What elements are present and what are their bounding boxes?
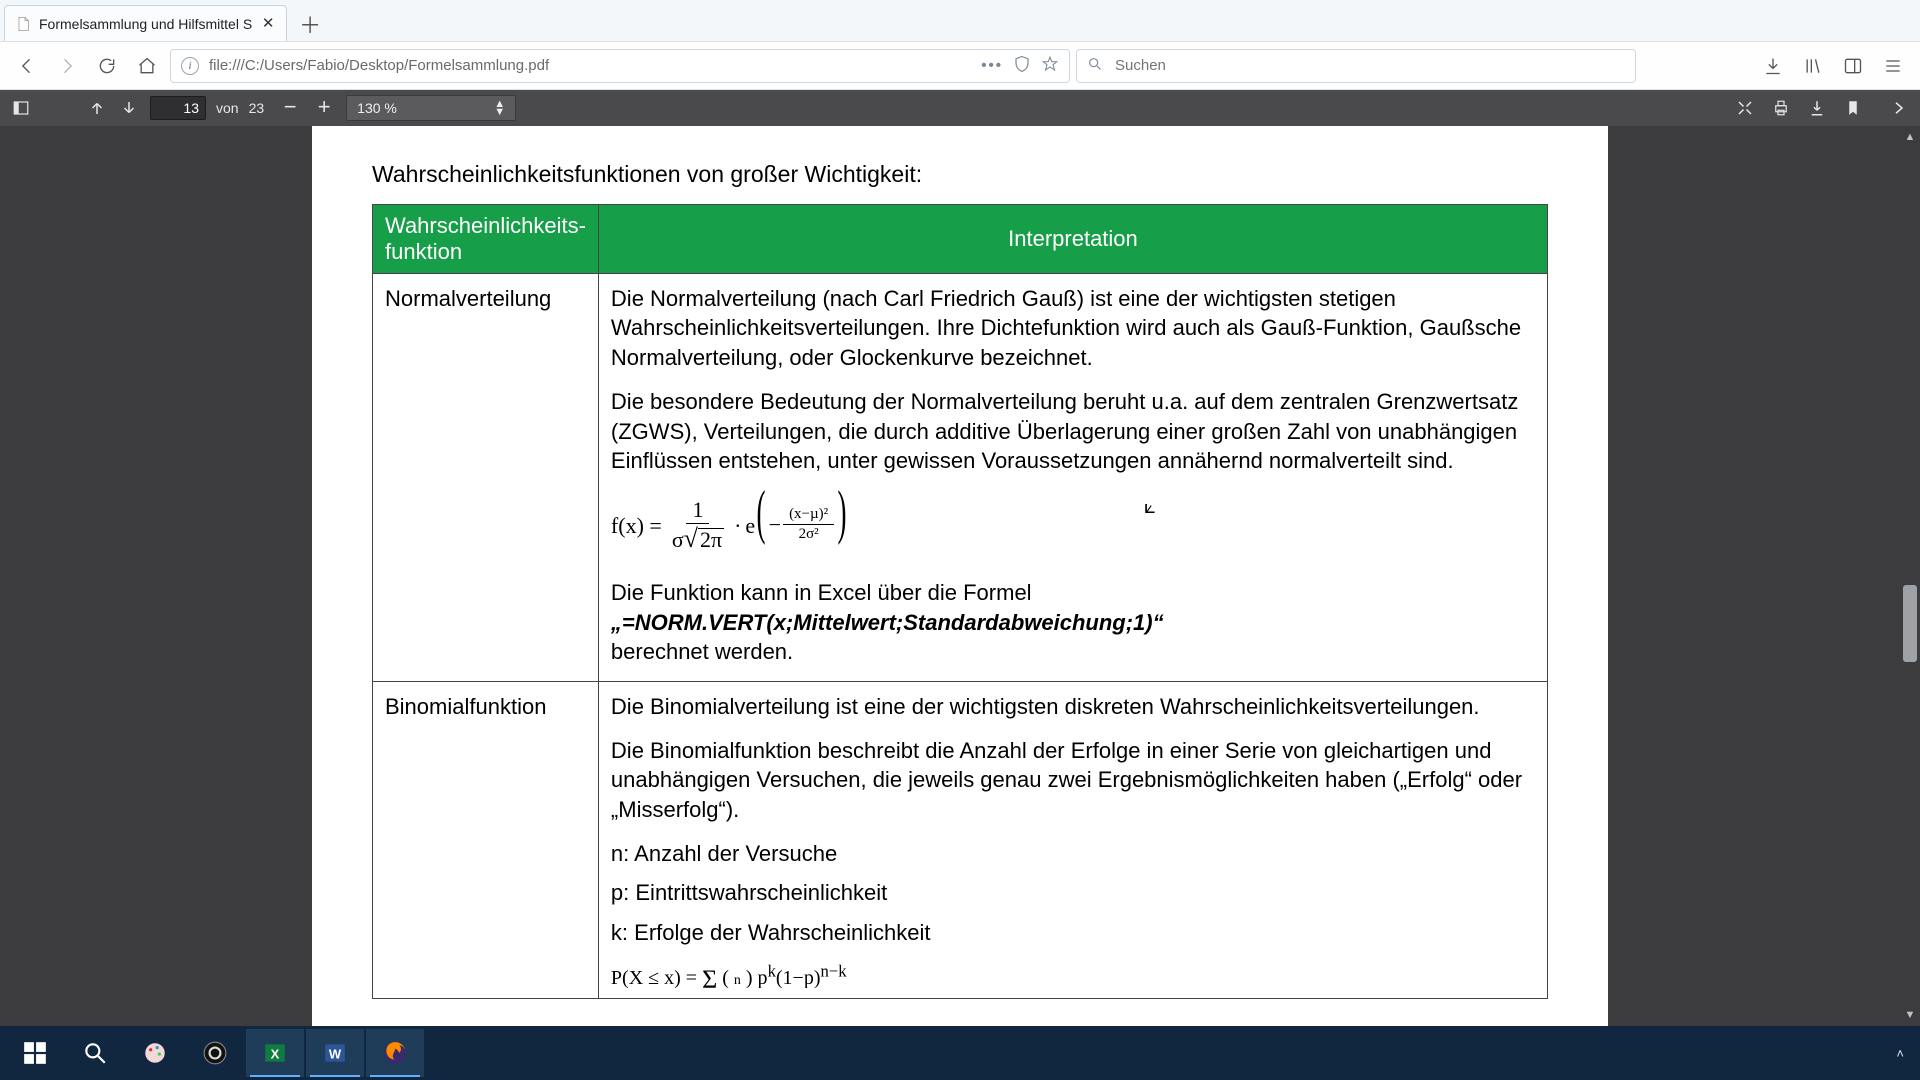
browser-navbar: i file:///C:/Users/Fabio/Desktop/Formels…	[0, 42, 1920, 90]
tray-chevron-icon[interactable]: ˄	[1896, 1046, 1904, 1061]
bookmark-button[interactable]	[1842, 97, 1864, 119]
table-header-interpretation: Interpretation	[598, 204, 1547, 273]
pdf-viewport: Im Rahmen der stetigen und diskreten sin…	[0, 126, 1920, 1026]
normal-pdf-formula: f(x) = 1 σ√2π · e (	[611, 490, 1535, 562]
distribution-table: Wahrscheinlichkeits- funktion Interpreta…	[372, 204, 1548, 999]
page-up-button[interactable]	[86, 97, 108, 119]
pdf-toolbar: von 23 − + 130 % ▲▼	[0, 90, 1920, 126]
taskbar-app-firefox[interactable]	[366, 1029, 424, 1077]
url-text: file:///C:/Users/Fabio/Desktop/Formelsam…	[209, 57, 971, 74]
distribution-name: Binomialfunktion	[373, 681, 599, 998]
taskbar-app-paint[interactable]	[126, 1029, 184, 1077]
back-button[interactable]	[10, 49, 44, 83]
library-button[interactable]	[1796, 49, 1830, 83]
save-button[interactable]	[1806, 97, 1828, 119]
zoom-select[interactable]: 130 % ▲▼	[346, 95, 516, 121]
tab-title: Formelsammlung und Hilfsmittel S	[39, 16, 252, 32]
downloads-button[interactable]	[1756, 49, 1790, 83]
search-icon	[1087, 56, 1103, 76]
lead-paragraph: Im Rahmen der stetigen und diskreten sin…	[372, 130, 1548, 190]
bookmark-star-icon[interactable]	[1041, 55, 1059, 77]
taskbar-search-button[interactable]	[66, 1029, 124, 1077]
sidebar-button[interactable]	[1836, 49, 1870, 83]
taskbar-app-obs[interactable]	[186, 1029, 244, 1077]
forward-button[interactable]	[50, 49, 84, 83]
svg-text:X: X	[271, 1046, 280, 1061]
page-total: 23	[249, 100, 265, 116]
system-tray[interactable]: ˄	[1896, 1046, 1914, 1061]
home-button[interactable]	[130, 49, 164, 83]
url-bar[interactable]: i file:///C:/Users/Fabio/Desktop/Formels…	[170, 49, 1070, 83]
page-number-input[interactable]	[150, 96, 206, 120]
presentation-button[interactable]	[1734, 97, 1756, 119]
taskbar-app-word[interactable]: W	[306, 1029, 364, 1077]
page-down-button[interactable]	[118, 97, 140, 119]
distribution-name: Normalverteilung	[373, 273, 599, 681]
browser-tab-strip: Formelsammlung und Hilfsmittel S ✕ ＋	[0, 0, 1920, 42]
table-row: Normalverteilung Die Normalverteilung (n…	[373, 273, 1548, 681]
search-input[interactable]	[1113, 56, 1625, 75]
close-icon[interactable]: ✕	[260, 16, 276, 32]
app-menu-button[interactable]	[1876, 49, 1910, 83]
shield-icon[interactable]	[1013, 55, 1031, 77]
chevron-updown-icon: ▲▼	[494, 100, 505, 116]
distribution-description: Die Normalverteilung (nach Carl Friedric…	[598, 273, 1547, 681]
zoom-out-button[interactable]: −	[278, 96, 302, 120]
site-info-icon[interactable]: i	[181, 57, 199, 75]
scroll-up-button[interactable]: ▲	[1900, 126, 1920, 148]
search-bar[interactable]	[1076, 49, 1636, 83]
taskbar-app-excel[interactable]: X	[246, 1029, 304, 1077]
scroll-thumb[interactable]	[1903, 585, 1917, 662]
scroll-down-button[interactable]: ▼	[1900, 1004, 1920, 1026]
toggle-sidepanel-button[interactable]	[10, 97, 32, 119]
zoom-in-button[interactable]: +	[312, 96, 336, 120]
tools-button[interactable]	[1888, 97, 1910, 119]
page-separator: von	[216, 100, 239, 116]
distribution-description: Die Binomialverteilung ist eine der wich…	[598, 681, 1547, 998]
vertical-scrollbar[interactable]: ▲ ▼	[1900, 126, 1920, 1026]
zoom-value: 130 %	[357, 100, 397, 116]
windows-taskbar: X W ˄	[0, 1026, 1920, 1080]
table-row: Binomialfunktion Die Binomialverteilung …	[373, 681, 1548, 998]
table-header-function: Wahrscheinlichkeits- funktion	[373, 204, 599, 273]
new-tab-button[interactable]: ＋	[293, 7, 327, 41]
page-actions-icon[interactable]: •••	[981, 57, 1003, 74]
start-button[interactable]	[6, 1029, 64, 1077]
pdf-page[interactable]: Im Rahmen der stetigen und diskreten sin…	[312, 126, 1608, 1026]
reload-button[interactable]	[90, 49, 124, 83]
browser-tab[interactable]: Formelsammlung und Hilfsmittel S ✕	[4, 5, 287, 41]
svg-text:W: W	[329, 1046, 342, 1061]
pdf-file-icon	[15, 16, 31, 32]
print-button[interactable]	[1770, 97, 1792, 119]
